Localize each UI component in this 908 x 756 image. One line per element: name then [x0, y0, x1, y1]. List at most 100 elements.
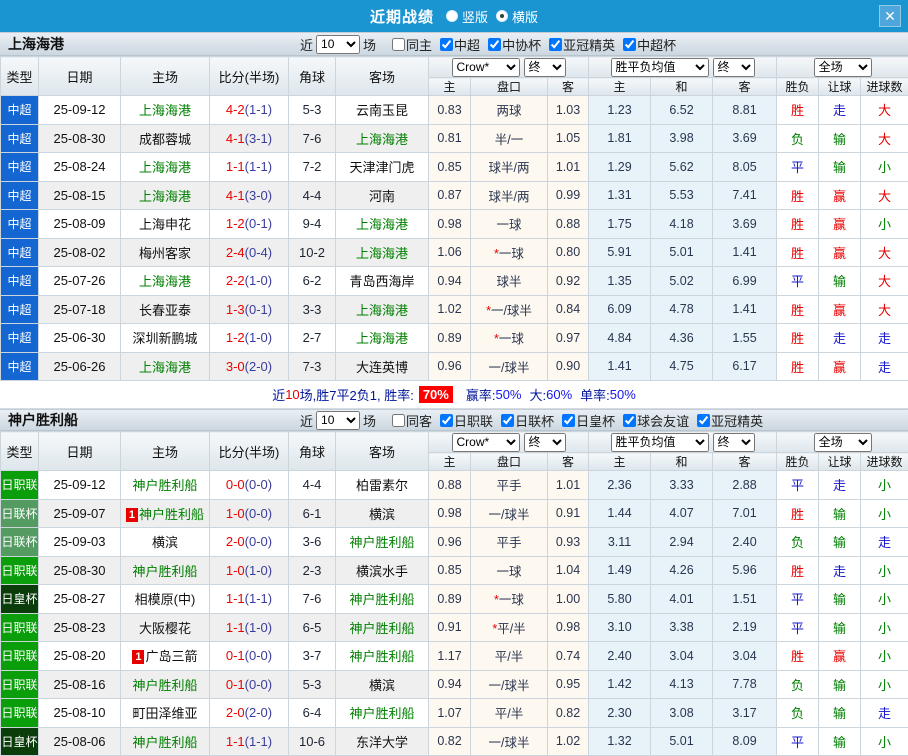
home-odds: 0.81 — [429, 124, 471, 153]
handicap: 平手 — [471, 528, 548, 557]
score: 3-0(2-0) — [210, 352, 289, 381]
result-goals: 大 — [861, 124, 908, 153]
competition-checkbox[interactable] — [697, 414, 710, 427]
score: 1-0(1-0) — [210, 556, 289, 585]
home-team: 上海海港 — [121, 181, 210, 210]
home-team: 成都蓉城 — [121, 124, 210, 153]
mean-type-select[interactable]: 胜平负均值 — [611, 58, 709, 77]
match-count-select[interactable]: 10 — [316, 35, 360, 54]
away-odds: 0.98 — [548, 613, 589, 642]
match-row: 日职联25-08-30神户胜利船1-0(1-0)2-3横滨水手0.85一球1.0… — [1, 556, 908, 585]
competition-checkbox[interactable] — [623, 414, 636, 427]
result-handicap: 输 — [819, 153, 861, 182]
near-label: 近 — [300, 35, 313, 54]
competition-checkbox[interactable] — [549, 38, 562, 51]
scope-select[interactable]: 全场 — [814, 58, 872, 77]
home-team: 上海申花 — [121, 210, 210, 239]
score: 0-0(0-0) — [210, 471, 289, 500]
mean-type-select[interactable]: 胜平负均值 — [611, 433, 709, 452]
home-team: 神户胜利船 — [121, 471, 210, 500]
competition-filter[interactable]: 球会友谊 — [617, 411, 689, 430]
score: 2-0(2-0) — [210, 699, 289, 728]
result-wdl: 胜 — [777, 96, 819, 125]
match-count-select[interactable]: 10 — [316, 411, 360, 430]
radio-horizontal-icon[interactable] — [496, 10, 508, 22]
away-team: 神户胜利船 — [336, 613, 429, 642]
competition-filter[interactable]: 亚冠精英 — [691, 411, 763, 430]
same-venue-checkbox[interactable] — [392, 38, 405, 51]
competition-checkbox[interactable] — [501, 414, 514, 427]
corner-score: 5-3 — [289, 670, 336, 699]
competition-filter[interactable]: 中协杯 — [482, 35, 541, 54]
away-team: 神户胜利船 — [336, 585, 429, 614]
sub-column-header: 盘口 — [471, 453, 548, 471]
away-odds: 0.95 — [548, 670, 589, 699]
radio-vertical-layout[interactable]: 竖版 — [446, 7, 488, 26]
result-handicap: 赢 — [819, 210, 861, 239]
radio-vertical-icon[interactable] — [446, 10, 458, 22]
title-bar: 近期战绩 竖版 横版 ✕ — [0, 0, 908, 32]
away-team: 上海海港 — [336, 124, 429, 153]
close-button[interactable]: ✕ — [879, 5, 901, 27]
odds-stage-select[interactable]: 终 — [524, 433, 566, 452]
mean-stage-select[interactable]: 终 — [713, 58, 755, 77]
result-wdl: 平 — [777, 153, 819, 182]
competition-filter[interactable]: 日皇杯 — [556, 411, 615, 430]
result-wdl: 胜 — [777, 556, 819, 585]
mean-home: 1.44 — [589, 499, 651, 528]
competition-filter[interactable]: 亚冠精英 — [543, 35, 615, 54]
same-venue-checkbox[interactable] — [392, 414, 405, 427]
stat-label: 大: — [530, 385, 547, 404]
score: 2-0(0-0) — [210, 528, 289, 557]
competition-checkbox[interactable] — [440, 414, 453, 427]
stat-value: 50% — [495, 387, 521, 402]
competition-filter[interactable]: 日职联 — [434, 411, 493, 430]
away-odds: 0.92 — [548, 267, 589, 296]
mean-away: 5.96 — [713, 556, 777, 585]
competition-checkbox[interactable] — [488, 38, 501, 51]
match-date: 25-07-26 — [39, 267, 121, 296]
corner-score: 7-2 — [289, 153, 336, 182]
competition-checkbox[interactable] — [562, 414, 575, 427]
mean-draw: 4.07 — [651, 499, 713, 528]
same-venue-filter[interactable]: 同主 — [386, 35, 432, 54]
mean-draw: 5.01 — [651, 727, 713, 756]
competition-filter[interactable]: 中超杯 — [617, 35, 676, 54]
competition-filter[interactable]: 中超 — [434, 35, 480, 54]
odds-stage-select[interactable]: 终 — [524, 58, 566, 77]
home-team: 神户胜利船 — [121, 556, 210, 585]
match-row: 中超25-08-15上海海港4-1(3-0)4-4河南0.87球半/两0.991… — [1, 181, 908, 210]
sub-column-header: 进球数 — [861, 78, 908, 96]
mean-stage-select[interactable]: 终 — [713, 433, 755, 452]
team-section-kobe: 神户胜利船近10场同客日职联日联杯日皇杯球会友谊亚冠精英类型日期主场比分(半场)… — [0, 409, 908, 756]
corner-score: 7-6 — [289, 124, 336, 153]
handicap: 一球 — [471, 556, 548, 585]
match-date: 25-07-18 — [39, 295, 121, 324]
same-venue-filter[interactable]: 同客 — [386, 411, 432, 430]
competition-type: 日职联 — [1, 556, 39, 585]
away-odds: 0.80 — [548, 238, 589, 267]
mean-draw: 6.52 — [651, 96, 713, 125]
column-header: 主场 — [121, 432, 210, 471]
home-team: 上海海港 — [121, 96, 210, 125]
scope-select[interactable]: 全场 — [814, 433, 872, 452]
mean-group-header: 胜平负均值终 — [589, 57, 777, 78]
competition-checkbox[interactable] — [623, 38, 636, 51]
competition-checkbox[interactable] — [440, 38, 453, 51]
competition-type: 中超 — [1, 124, 39, 153]
odds-group-header: Crow*终 — [429, 57, 589, 78]
mean-draw: 5.01 — [651, 238, 713, 267]
result-handicap: 赢 — [819, 642, 861, 671]
mean-away: 8.09 — [713, 727, 777, 756]
radio-horizontal-layout[interactable]: 横版 — [496, 7, 538, 26]
bookmaker-select[interactable]: Crow* — [452, 433, 520, 452]
corner-score: 6-1 — [289, 499, 336, 528]
result-goals: 小 — [861, 727, 908, 756]
corner-score: 3-3 — [289, 295, 336, 324]
bookmaker-select[interactable]: Crow* — [452, 58, 520, 77]
competition-filter[interactable]: 日联杯 — [495, 411, 554, 430]
mean-draw: 4.36 — [651, 324, 713, 353]
match-row: 日职联25-09-12神户胜利船0-0(0-0)4-4柏雷素尔0.88平手1.0… — [1, 471, 908, 500]
competition-type: 日联杯 — [1, 499, 39, 528]
match-date: 25-08-16 — [39, 670, 121, 699]
